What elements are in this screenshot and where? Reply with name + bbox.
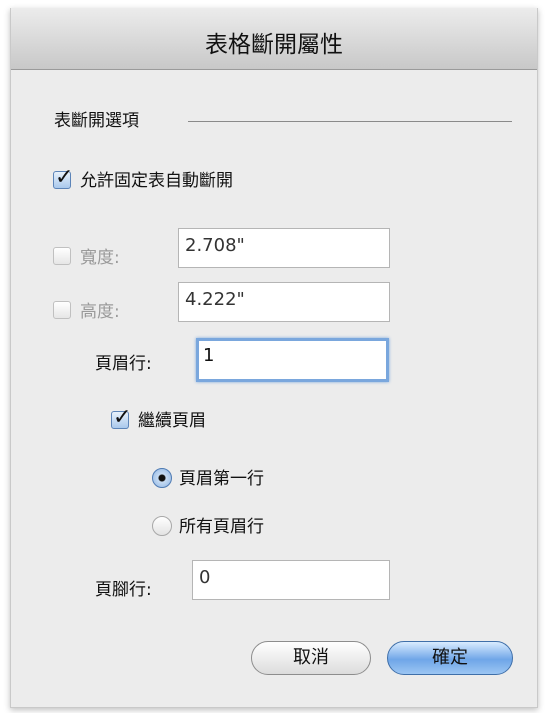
ok-button[interactable]: 確定 xyxy=(387,641,513,675)
all-header-rows-label: 所有頁眉行 xyxy=(179,517,264,537)
section-label: 表斷開選項 xyxy=(54,111,139,131)
cancel-button[interactable]: 取消 xyxy=(251,641,371,675)
height-checkbox[interactable] xyxy=(53,301,71,319)
width-label: 寬度: xyxy=(80,248,120,268)
table-break-properties-dialog: 表格斷開屬性 表斷開選項 允許固定表自動斷開 寬度: 2.708" 高度: 4.… xyxy=(10,8,538,708)
width-field[interactable]: 2.708" xyxy=(178,228,390,268)
height-label: 高度: xyxy=(80,302,120,322)
width-checkbox[interactable] xyxy=(53,247,71,265)
dialog-titlebar[interactable]: 表格斷開屬性 xyxy=(11,8,537,70)
header-first-row-label: 頁眉第一行 xyxy=(179,469,264,489)
footer-rows-field[interactable]: 0 xyxy=(192,560,390,600)
header-rows-field[interactable]: 1 xyxy=(196,338,389,382)
allow-break-label: 允許固定表自動斷開 xyxy=(80,171,233,191)
footer-rows-label: 頁腳行: xyxy=(95,580,152,600)
header-rows-label: 頁眉行: xyxy=(95,354,152,374)
continued-header-checkbox[interactable] xyxy=(111,405,131,430)
allow-break-checkbox[interactable] xyxy=(53,165,73,190)
header-first-row-radio[interactable] xyxy=(152,468,172,488)
section-divider xyxy=(188,121,512,122)
all-header-rows-radio[interactable] xyxy=(152,516,172,536)
height-field[interactable]: 4.222" xyxy=(178,282,390,322)
dialog-title: 表格斷開屬性 xyxy=(205,32,343,58)
continued-header-label: 繼續頁眉 xyxy=(138,411,206,431)
